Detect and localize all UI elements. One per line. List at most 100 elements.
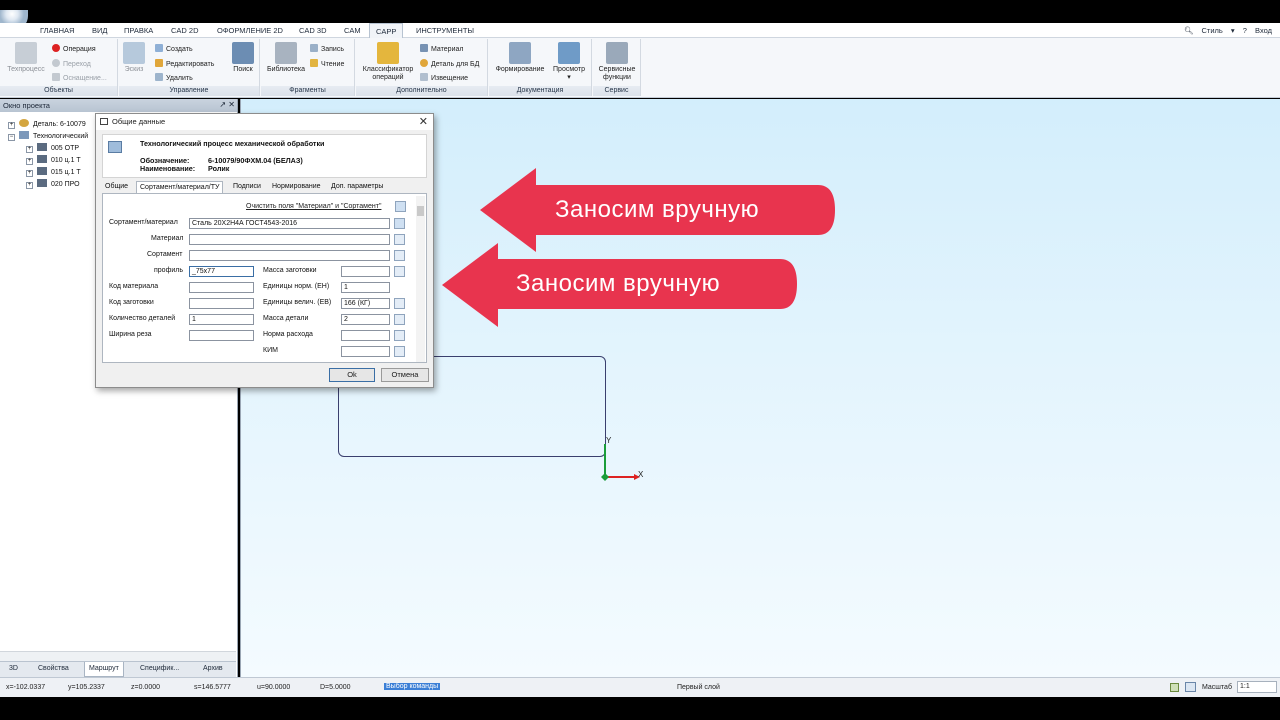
sortament-material-label: Сортамент/материал: [109, 219, 178, 226]
tab-norming[interactable]: Нормирование: [272, 183, 321, 190]
tab-specification[interactable]: Специфик...: [140, 665, 179, 672]
select-units-button[interactable]: [394, 298, 405, 309]
calc-blank-mass-button[interactable]: [394, 266, 405, 277]
norm-units-field[interactable]: 1: [341, 282, 390, 293]
select-material-button[interactable]: [394, 234, 405, 245]
dialog-titlebar[interactable]: Общие данные ✕: [96, 114, 433, 130]
delete-icon: [155, 73, 163, 81]
snap-icon[interactable]: [1185, 682, 1196, 692]
forming-button[interactable]: Формирование: [491, 42, 549, 74]
layer-status[interactable]: Первый слой: [677, 684, 720, 691]
chevron-down-icon[interactable]: ▾: [1231, 26, 1235, 35]
clear-fields-link[interactable]: Очистить поля "Материал" и "Сортамент": [246, 203, 381, 210]
tab-archive[interactable]: Архив: [203, 665, 223, 672]
tab-route[interactable]: Маршрут: [84, 662, 124, 677]
profile-field[interactable]: _75x77: [189, 266, 254, 277]
axis-y-label: Y: [606, 436, 612, 445]
tree-item-techprocess[interactable]: − Технологический: [8, 131, 88, 141]
tab-general[interactable]: Общие: [105, 183, 128, 190]
calc-kim-button[interactable]: [394, 346, 405, 357]
material-button[interactable]: Материал: [420, 44, 463, 53]
tab-extra-params[interactable]: Доп. параметры: [331, 183, 383, 190]
select-sortament-button[interactable]: [394, 218, 405, 229]
tab-tools[interactable]: ИНСТРУМЕНТЫ: [416, 26, 474, 35]
delete-button[interactable]: Удалить: [155, 73, 193, 82]
dialog-vertical-scrollbar[interactable]: [416, 196, 425, 362]
tab-capp[interactable]: CAPP: [369, 23, 404, 39]
create-button[interactable]: Создать: [155, 44, 193, 53]
calc-part-mass-button[interactable]: [394, 314, 405, 325]
help-icon[interactable]: ?: [1243, 26, 1247, 35]
window-icon: [100, 118, 108, 125]
calc-consumption-button[interactable]: [394, 330, 405, 341]
kim-field[interactable]: [341, 346, 390, 357]
tab-design2d[interactable]: ОФОРМЛЕНИЕ 2D: [217, 26, 283, 35]
tab-3d[interactable]: 3D: [9, 665, 18, 672]
part-mass-field[interactable]: 2: [341, 314, 390, 325]
sketch-button[interactable]: Эскиз: [121, 42, 147, 74]
login-link[interactable]: Вход: [1255, 26, 1272, 35]
read-icon: [310, 59, 318, 67]
dialog-header: Технологический процесс механической обр…: [102, 134, 427, 178]
tree-item-operation[interactable]: +005 ОТР: [26, 143, 79, 153]
dialog-tabs: Общие Сортамент/материал/ТУ Подписи Норм…: [102, 181, 427, 194]
value-units-field[interactable]: 166 (КГ): [341, 298, 390, 309]
material-field[interactable]: [189, 234, 390, 245]
tree-horizontal-scrollbar[interactable]: [0, 651, 236, 661]
cut-width-label: Ширина реза: [109, 331, 152, 338]
tab-cam[interactable]: CAM: [344, 26, 361, 35]
bottom-letterbox: [0, 697, 1280, 720]
operation-icon: [37, 167, 47, 175]
close-icon[interactable]: ✕: [228, 100, 235, 109]
tree-item-operation[interactable]: +010 ц.1 Т: [26, 155, 81, 165]
classifier-button[interactable]: Классификатор операций: [358, 42, 418, 82]
equipment-button[interactable]: Оснащение...: [52, 73, 107, 82]
tree-item-operation[interactable]: +015 ц.1 Т: [26, 167, 81, 177]
write-button[interactable]: Запись: [310, 44, 344, 53]
pencil-icon: [155, 59, 163, 67]
view-button[interactable]: Просмотр ▾: [549, 42, 589, 82]
edit-button[interactable]: Редактировать: [155, 59, 214, 68]
pin-icon[interactable]: ↗: [219, 100, 226, 109]
tab-edit[interactable]: ПРАВКА: [124, 26, 153, 35]
ok-button[interactable]: Ok: [329, 368, 375, 382]
cut-width-field[interactable]: [189, 330, 254, 341]
cancel-button[interactable]: Отмена: [381, 368, 429, 382]
consumption-norm-field[interactable]: [341, 330, 390, 341]
kim-label: КИМ: [263, 347, 278, 354]
blank-mass-field[interactable]: [341, 266, 390, 277]
sortament-field[interactable]: [189, 250, 390, 261]
scale-select[interactable]: 1:1: [1237, 681, 1277, 693]
read-button[interactable]: Чтение: [310, 59, 344, 68]
material-code-field[interactable]: [189, 282, 254, 293]
style-dropdown[interactable]: Стиль: [1201, 26, 1222, 35]
layers-icon[interactable]: [1170, 683, 1179, 692]
group-documentation: Формирование Просмотр ▾ Документация: [489, 39, 592, 96]
operation-button[interactable]: Операция: [52, 44, 96, 53]
library-button[interactable]: Библиотека: [264, 42, 308, 74]
tab-cad3d[interactable]: CAD 3D: [299, 26, 327, 35]
tab-properties[interactable]: Свойства: [38, 665, 69, 672]
search-icon[interactable]: 🔍︎: [1184, 26, 1194, 35]
classifier-icon: [377, 42, 399, 64]
tree-item-part[interactable]: + Деталь: 6-10079: [8, 119, 86, 129]
library-icon: [275, 42, 297, 64]
tab-signatures[interactable]: Подписи: [233, 183, 261, 190]
coord-d: D=5.0000: [320, 684, 351, 691]
transition-button[interactable]: Переход: [52, 59, 91, 68]
search-button[interactable]: Поиск: [229, 42, 257, 74]
notice-button[interactable]: Извещение: [420, 73, 468, 82]
blank-code-field[interactable]: [189, 298, 254, 309]
part-for-db-button[interactable]: Деталь для БД: [420, 59, 479, 68]
close-icon[interactable]: ✕: [419, 115, 428, 128]
tab-cad2d[interactable]: CAD 2D: [171, 26, 199, 35]
parts-count-field[interactable]: 1: [189, 314, 254, 325]
tree-item-operation[interactable]: +020 ПРО: [26, 179, 80, 189]
sortament-material-field[interactable]: Сталь 20Х2Н4А ГОСТ4543-2016: [189, 218, 390, 229]
clear-icon[interactable]: [395, 201, 406, 212]
techprocess-button[interactable]: Техпроцесс: [4, 42, 48, 74]
select-sortament-list-button[interactable]: [394, 250, 405, 261]
service-functions-button[interactable]: Сервисные функции: [595, 42, 639, 82]
tab-view[interactable]: ВИД: [92, 26, 107, 35]
tab-home[interactable]: ГЛАВНАЯ: [40, 26, 74, 35]
